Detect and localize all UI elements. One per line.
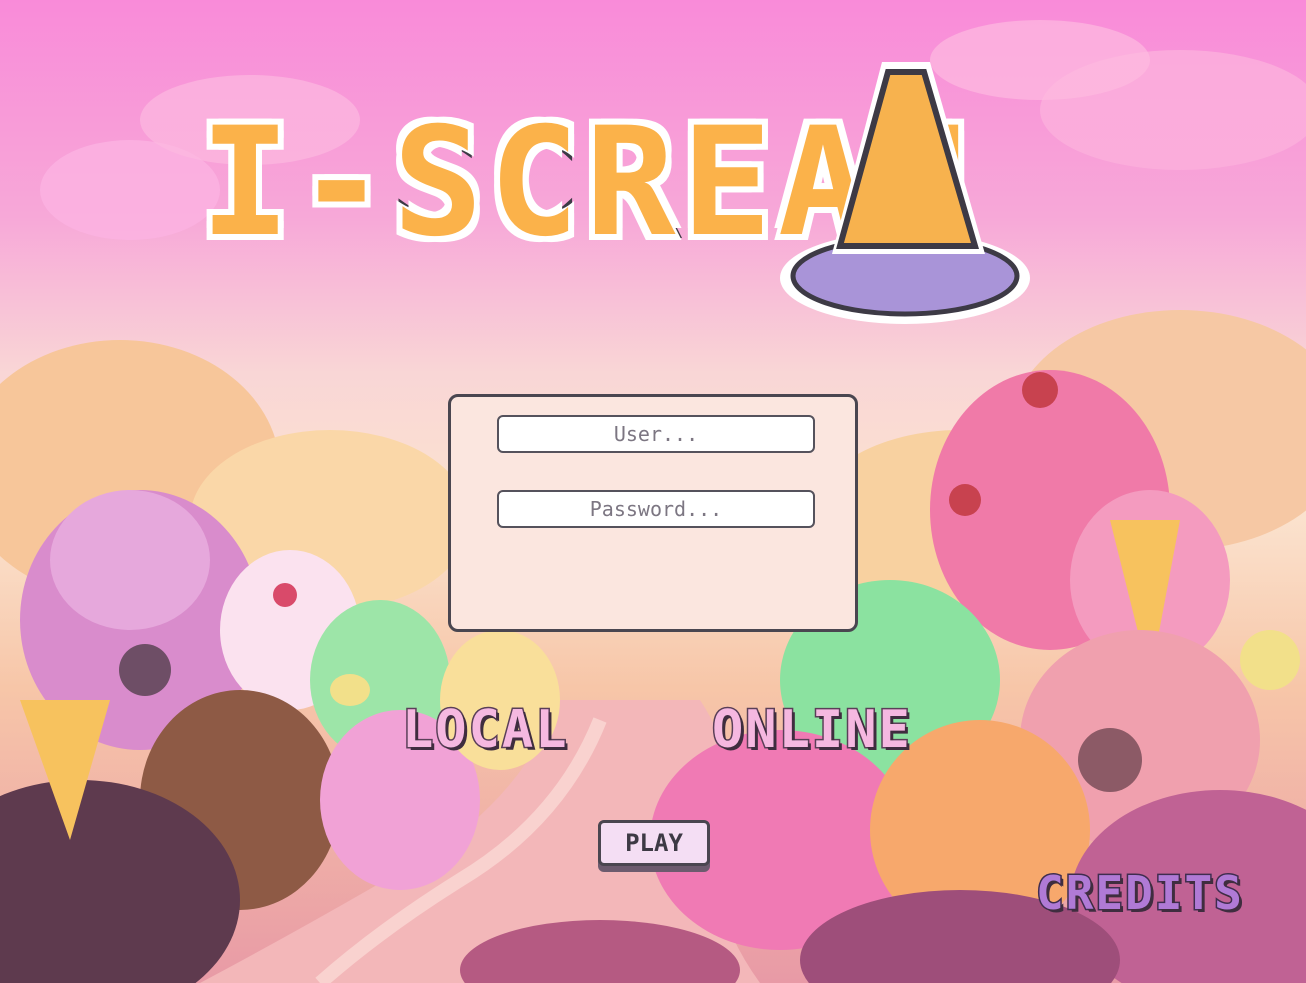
online-mode-button[interactable]: ONLINE: [711, 699, 912, 762]
credits-button[interactable]: CREDITS: [1035, 865, 1244, 922]
password-input[interactable]: [497, 490, 815, 528]
local-mode-button[interactable]: LOCAL: [401, 699, 569, 762]
user-input[interactable]: [497, 415, 815, 453]
game-background: I-SCREAM LOCAL ONLINE PLAY CREDITS: [0, 0, 1306, 983]
login-panel: [448, 394, 858, 632]
ice-cream-cone-icon: [780, 62, 1030, 324]
play-button[interactable]: PLAY: [598, 820, 710, 866]
